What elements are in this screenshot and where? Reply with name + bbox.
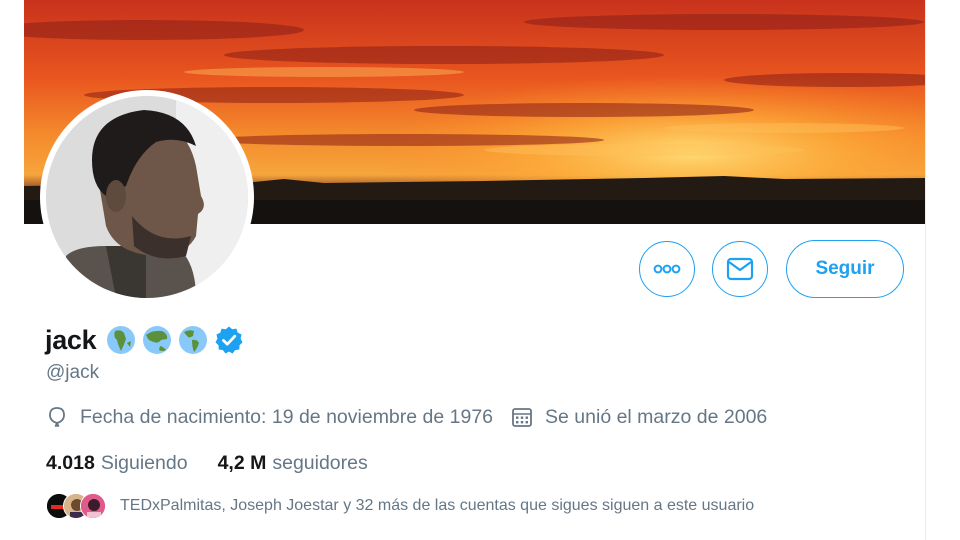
profile-meta: Fecha de nacimiento: 19 de noviembre de … — [46, 404, 767, 430]
globe-africa-icon — [107, 326, 136, 354]
following-count: 4.018 — [46, 451, 95, 474]
profile-handle: @jack — [46, 362, 100, 383]
following-link[interactable]: 4.018 Siguiendo — [46, 452, 188, 475]
envelope-icon — [726, 257, 754, 281]
card-border — [925, 0, 926, 540]
profile-avatar[interactable] — [40, 90, 254, 304]
followers-label: seguidores — [272, 451, 368, 474]
followers-link[interactable]: 4,2 Mseguidores — [218, 452, 368, 475]
avatar-photo — [46, 96, 248, 298]
balloon-icon — [49, 407, 65, 427]
joined-text: Se unió el marzo de 2006 — [545, 405, 768, 428]
message-button[interactable] — [712, 241, 768, 297]
name-row: jack — [45, 322, 244, 358]
birthday-text: Fecha de nacimiento: 19 de noviembre de … — [80, 405, 494, 428]
followers-you-know-text: TEDxPalmitas, Joseph Joestar y 32 más de… — [120, 497, 755, 514]
calendar-icon — [512, 408, 532, 427]
followers-you-know[interactable]: TEDxPalmitas, Joseph Joestar y 32 más de… — [46, 492, 754, 520]
mini-avatar — [80, 493, 106, 519]
followers-count: 4,2 M — [217, 451, 267, 474]
globe-americas-icon — [179, 326, 208, 354]
more-button[interactable] — [639, 241, 695, 297]
profile-stats: 4.018 Siguiendo 4,2 Mseguidores — [46, 450, 368, 476]
follow-button[interactable]: Seguir — [786, 240, 904, 298]
display-name: jack — [45, 324, 97, 355]
globe-asia-icon — [143, 326, 172, 354]
verified-badge-icon — [215, 326, 243, 354]
followers-you-know-avatars — [46, 492, 108, 520]
following-label: Siguiendo — [100, 451, 188, 474]
more-icon — [653, 264, 681, 274]
